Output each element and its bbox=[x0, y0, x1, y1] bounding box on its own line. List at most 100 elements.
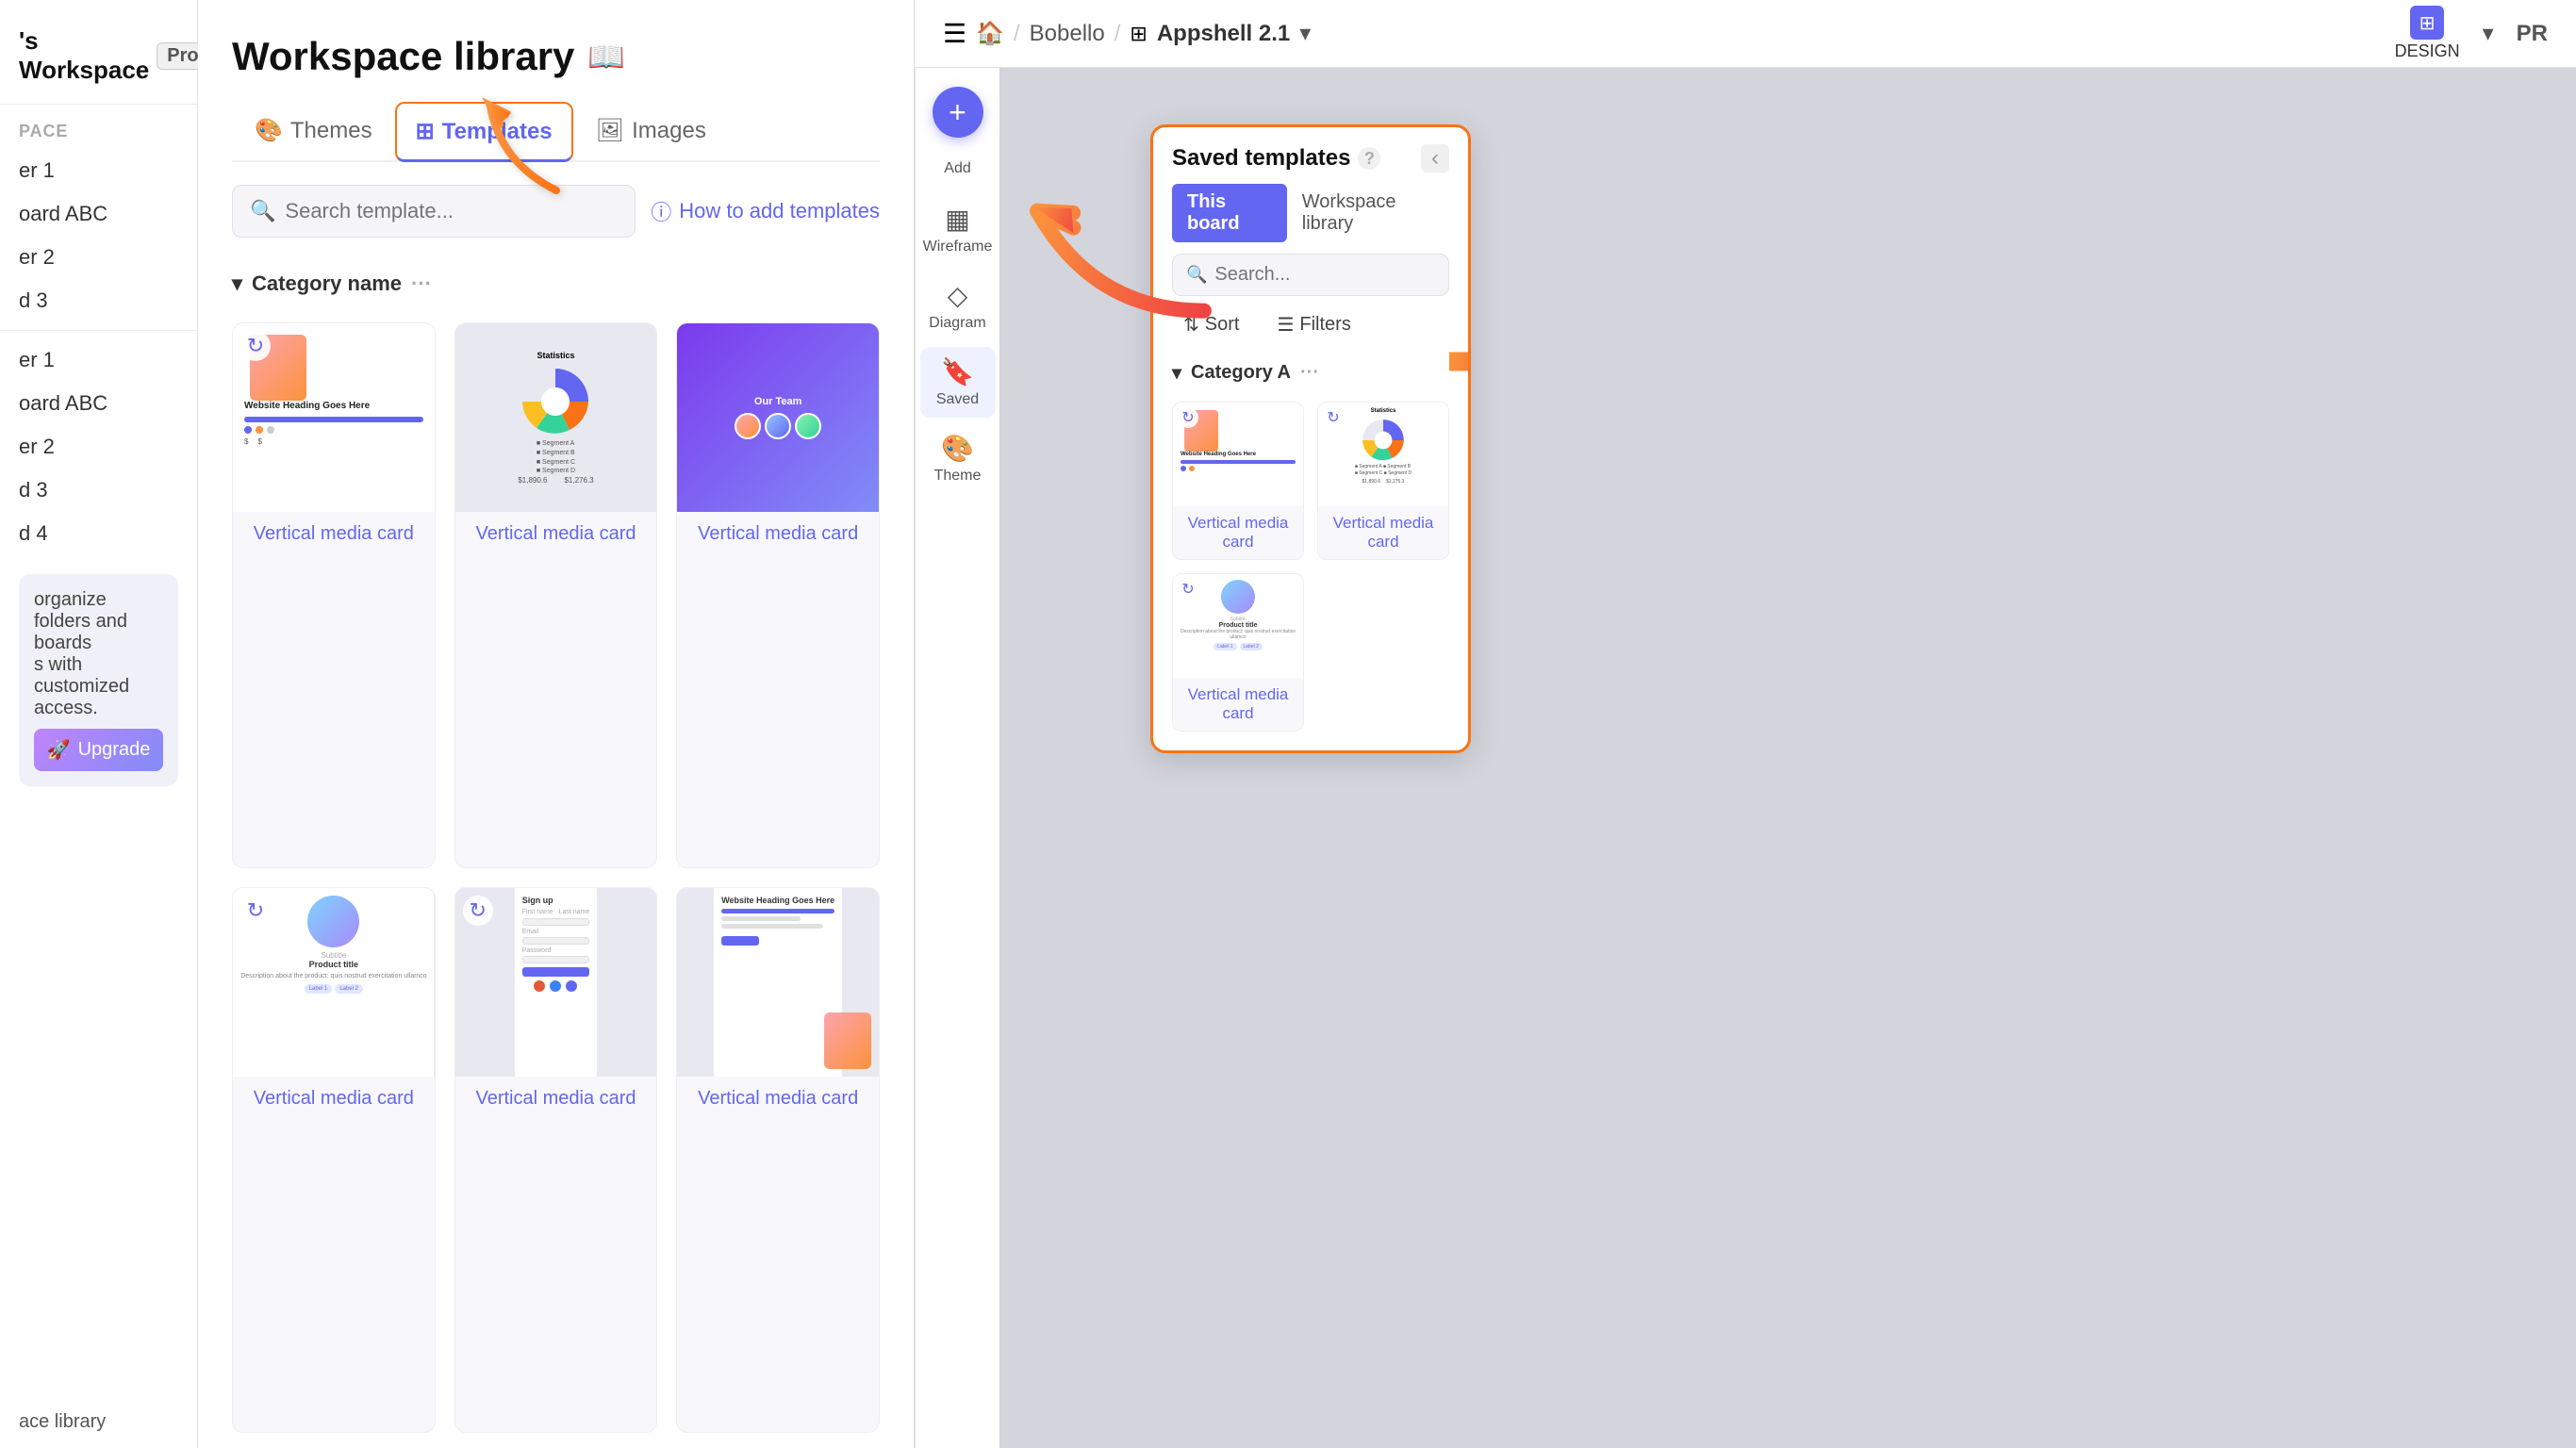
saved-panel-title: Saved templates ? bbox=[1172, 145, 1380, 172]
tool-diagram[interactable]: ◇ Diagram bbox=[920, 271, 996, 341]
saved-tab-workspace[interactable]: Workspace library bbox=[1287, 184, 1449, 242]
right-red-arrow-wrapper bbox=[1449, 334, 1471, 395]
template-card-3[interactable]: Our Team Vertical media card bbox=[676, 322, 880, 868]
mini-website-preview: Website Heading Goes Here bbox=[714, 888, 842, 1077]
mini-social-btn-2 bbox=[550, 980, 561, 992]
mini-form-field-1 bbox=[522, 918, 590, 926]
tool-theme[interactable]: 🎨 Theme bbox=[920, 423, 996, 494]
template-label-6[interactable]: Vertical media card bbox=[677, 1077, 879, 1121]
saved-mini-bar bbox=[1181, 460, 1296, 464]
wireframe-label: Wireframe bbox=[923, 239, 993, 255]
saved-card-2[interactable]: ↻ Statistics bbox=[1317, 402, 1449, 560]
tool-wireframe[interactable]: ▦ Wireframe bbox=[920, 194, 996, 265]
template-label-3[interactable]: Vertical media card bbox=[677, 512, 879, 556]
category-arrow-icon: ▾ bbox=[232, 272, 242, 296]
template-thumb-5: ↻ Sign up First name Last name Email Pas… bbox=[455, 888, 657, 1077]
hamburger-icon[interactable]: ☰ bbox=[943, 18, 966, 49]
sidebar-item-2[interactable]: er 2 bbox=[0, 236, 197, 279]
tool-saved[interactable]: 🔖 Saved bbox=[920, 347, 996, 418]
template-card-1[interactable]: ↻ Website Heading Goes Here $$ Vertical … bbox=[232, 322, 436, 868]
template-card-4[interactable]: ↻ Subtitle Product title Description abo… bbox=[232, 887, 436, 1433]
breadcrumb-board[interactable]: Appshell 2.1 bbox=[1157, 21, 1290, 47]
mini-label-1: Label 1 bbox=[305, 984, 333, 994]
mini-website-gray-2 bbox=[721, 924, 823, 929]
saved-refresh-1[interactable]: ↻ bbox=[1178, 407, 1198, 428]
arrow-to-templates bbox=[481, 87, 594, 214]
mini-stat-preview: Statistics ■ Segment A■ Segment B■ Segme… bbox=[510, 343, 601, 492]
sidebar: 's Workspace Pro PACE er 1 oard ABC er 2… bbox=[0, 0, 198, 1448]
upgrade-button[interactable]: 🚀 Upgrade bbox=[34, 729, 163, 771]
sidebar-item-5[interactable]: oard ABC bbox=[0, 382, 197, 425]
template-label-5[interactable]: Vertical media card bbox=[455, 1077, 657, 1121]
how-to-link[interactable]: ⓘ How to add templates bbox=[651, 196, 880, 226]
right-arrow-svg bbox=[1449, 334, 1471, 390]
saved-refresh-2[interactable]: ↻ bbox=[1323, 407, 1344, 428]
saved-card-label-1[interactable]: Vertical media card bbox=[1173, 506, 1303, 559]
template-label-4[interactable]: Vertical media card bbox=[233, 1077, 435, 1121]
add-button[interactable]: + bbox=[933, 87, 983, 138]
top-bar: ☰ 🏠 / Bobello / ⊞ Appshell 2.1 ▾ ⊞ DESIG… bbox=[915, 0, 2576, 68]
mini-bar-1 bbox=[244, 417, 423, 422]
template-card-2[interactable]: Statistics ■ Segment A■ Segment B■ Segme… bbox=[454, 322, 658, 868]
mini-signup-form: Sign up First name Last name Email Passw… bbox=[515, 888, 598, 1077]
mini-product-image bbox=[307, 896, 359, 947]
sidebar-footer-link[interactable]: ace library bbox=[0, 1396, 197, 1448]
template-card-5[interactable]: ↻ Sign up First name Last name Email Pas… bbox=[454, 887, 658, 1433]
templates-grid: ↻ Website Heading Goes Here $$ Vertical … bbox=[198, 307, 914, 1448]
mini-form-field-2 bbox=[522, 937, 590, 945]
saved-panel-close-button[interactable]: ‹ bbox=[1421, 144, 1449, 173]
sidebar-item-6[interactable]: er 2 bbox=[0, 425, 197, 469]
mini-form-field-3 bbox=[522, 956, 590, 963]
mini-label-2: Label 2 bbox=[335, 984, 363, 994]
saved-mini-legend: ■ Segment A ■ Segment B■ Segment C ■ Seg… bbox=[1355, 464, 1412, 477]
sidebar-item-7[interactable]: d 3 bbox=[0, 469, 197, 512]
tab-themes[interactable]: 🎨 Themes bbox=[232, 102, 395, 162]
filters-label: Filters bbox=[1299, 314, 1350, 336]
saved-card-label-2[interactable]: Vertical media card bbox=[1318, 506, 1448, 559]
saved-refresh-3[interactable]: ↻ bbox=[1178, 579, 1198, 600]
sidebar-item-3[interactable]: d 3 bbox=[0, 279, 197, 322]
refresh-icon-1[interactable]: ↻ bbox=[240, 331, 271, 361]
category-more-icon[interactable]: ··· bbox=[411, 272, 432, 296]
tab-images[interactable]: 🖼 Images bbox=[573, 102, 729, 162]
breadcrumb-project[interactable]: Bobello bbox=[1030, 21, 1105, 47]
refresh-icon-5[interactable]: ↻ bbox=[463, 896, 493, 926]
workspace-header: 's Workspace Pro bbox=[0, 0, 197, 105]
mini-team-title: Our Team bbox=[754, 396, 802, 407]
refresh-icon-4[interactable]: ↻ bbox=[240, 896, 271, 926]
saved-category-more[interactable]: ··· bbox=[1300, 362, 1319, 384]
saved-card-1[interactable]: ↻ Website Heading Goes Here bbox=[1172, 402, 1304, 560]
sidebar-item-board-abc[interactable]: oard ABC bbox=[0, 192, 197, 236]
filters-button[interactable]: ☰ Filters bbox=[1265, 307, 1362, 342]
template-label-2[interactable]: Vertical media card bbox=[455, 512, 657, 556]
saved-card-label-3[interactable]: Vertical media card bbox=[1173, 678, 1303, 731]
saved-mini-dots bbox=[1181, 466, 1296, 471]
breadcrumb-dropdown-icon[interactable]: ▾ bbox=[1299, 20, 1311, 47]
topbar-more-icon[interactable]: ▾ bbox=[2483, 20, 2494, 47]
mini-legend: ■ Segment A■ Segment B■ Segment C■ Segme… bbox=[537, 439, 575, 476]
template-thumb-4: ↻ Subtitle Product title Description abo… bbox=[233, 888, 435, 1077]
template-label-1[interactable]: Vertical media card bbox=[233, 512, 435, 556]
topbar-pr-label: PR bbox=[2517, 21, 2548, 47]
sidebar-item-8[interactable]: d 4 bbox=[0, 512, 197, 555]
mini-dot-3 bbox=[267, 426, 274, 434]
saved-mini-dot-2 bbox=[1189, 466, 1195, 471]
design-button[interactable]: ⊞ DESIGN bbox=[2395, 6, 2460, 61]
themes-icon: 🎨 bbox=[255, 117, 283, 144]
home-icon[interactable]: 🏠 bbox=[976, 20, 1004, 47]
design-label: DESIGN bbox=[2395, 41, 2460, 61]
sidebar-item-4[interactable]: er 1 bbox=[0, 338, 197, 382]
right-area: ☰ 🏠 / Bobello / ⊞ Appshell 2.1 ▾ ⊞ DESIG… bbox=[915, 0, 2576, 1448]
library-book-icon: 📖 bbox=[587, 39, 625, 74]
saved-thumb-3: ↻ Subtitle Product title Description abo… bbox=[1173, 574, 1303, 678]
saved-card-3[interactable]: ↻ Subtitle Product title Description abo… bbox=[1172, 573, 1304, 732]
saved-search-input[interactable] bbox=[1214, 264, 1435, 286]
template-thumb-3: Our Team bbox=[677, 323, 879, 512]
saved-label-2: Label 2 bbox=[1240, 643, 1263, 650]
library-title-text: Workspace library bbox=[232, 34, 574, 79]
template-card-6[interactable]: Website Heading Goes Here Vertical media… bbox=[676, 887, 880, 1433]
saved-help-icon: ? bbox=[1358, 147, 1380, 170]
mini-dots bbox=[244, 426, 423, 434]
mini-form-title: Sign up bbox=[522, 896, 590, 905]
sidebar-item-1[interactable]: er 1 bbox=[0, 149, 197, 192]
